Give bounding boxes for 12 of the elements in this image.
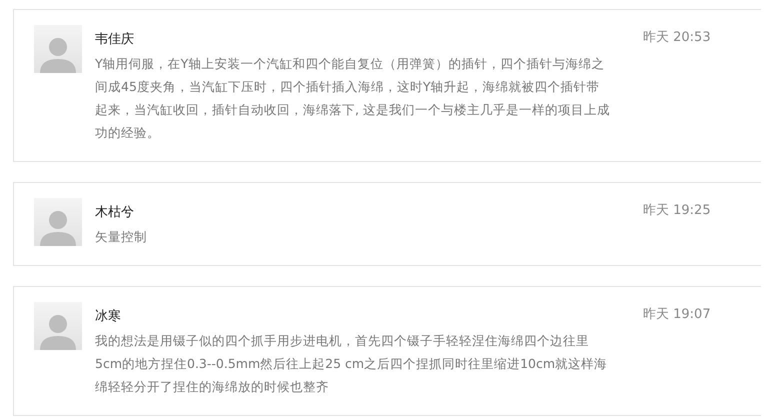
comment-time: 昨天 19:07 [643,306,711,324]
user-icon [40,35,76,73]
comment-text: 矢量控制 [95,228,148,246]
comment-text: Y轴用伺服，在Y轴上安装一个汽缸和四个能自复位（用弹簧）的插针，四个插针与海绵之间成45度夹角，当汽缸下压时，四个插针插入海绵，这时Y轴升起，海绵就被四个插针带起来，当汽缸收回，插针自动收回，海绵落下, 这是我们一个与楼主几乎是一样的项目上成功的经验。 [95,55,610,142]
comment-time: 昨天 20:53 [643,29,711,47]
comment-time: 昨天 19:25 [643,202,711,220]
user-icon [40,312,76,350]
author-name: 冰寒 [95,308,122,326]
author-name: 韦佳庆 [95,31,135,49]
author-name: 木枯兮 [95,204,135,222]
user-icon [40,208,76,246]
comment-text: 我的想法是用镊子似的四个抓手用步进电机，首先四个镊子手轻轻涅住海绵四个边往里5cm的地方捏住0.3--0.5mm然后往上起25 cm之后四个捏抓同时往里缩进10cm就这样海绵轻轻分开了捏住的海绵放的时候也整齐 [95,332,608,396]
